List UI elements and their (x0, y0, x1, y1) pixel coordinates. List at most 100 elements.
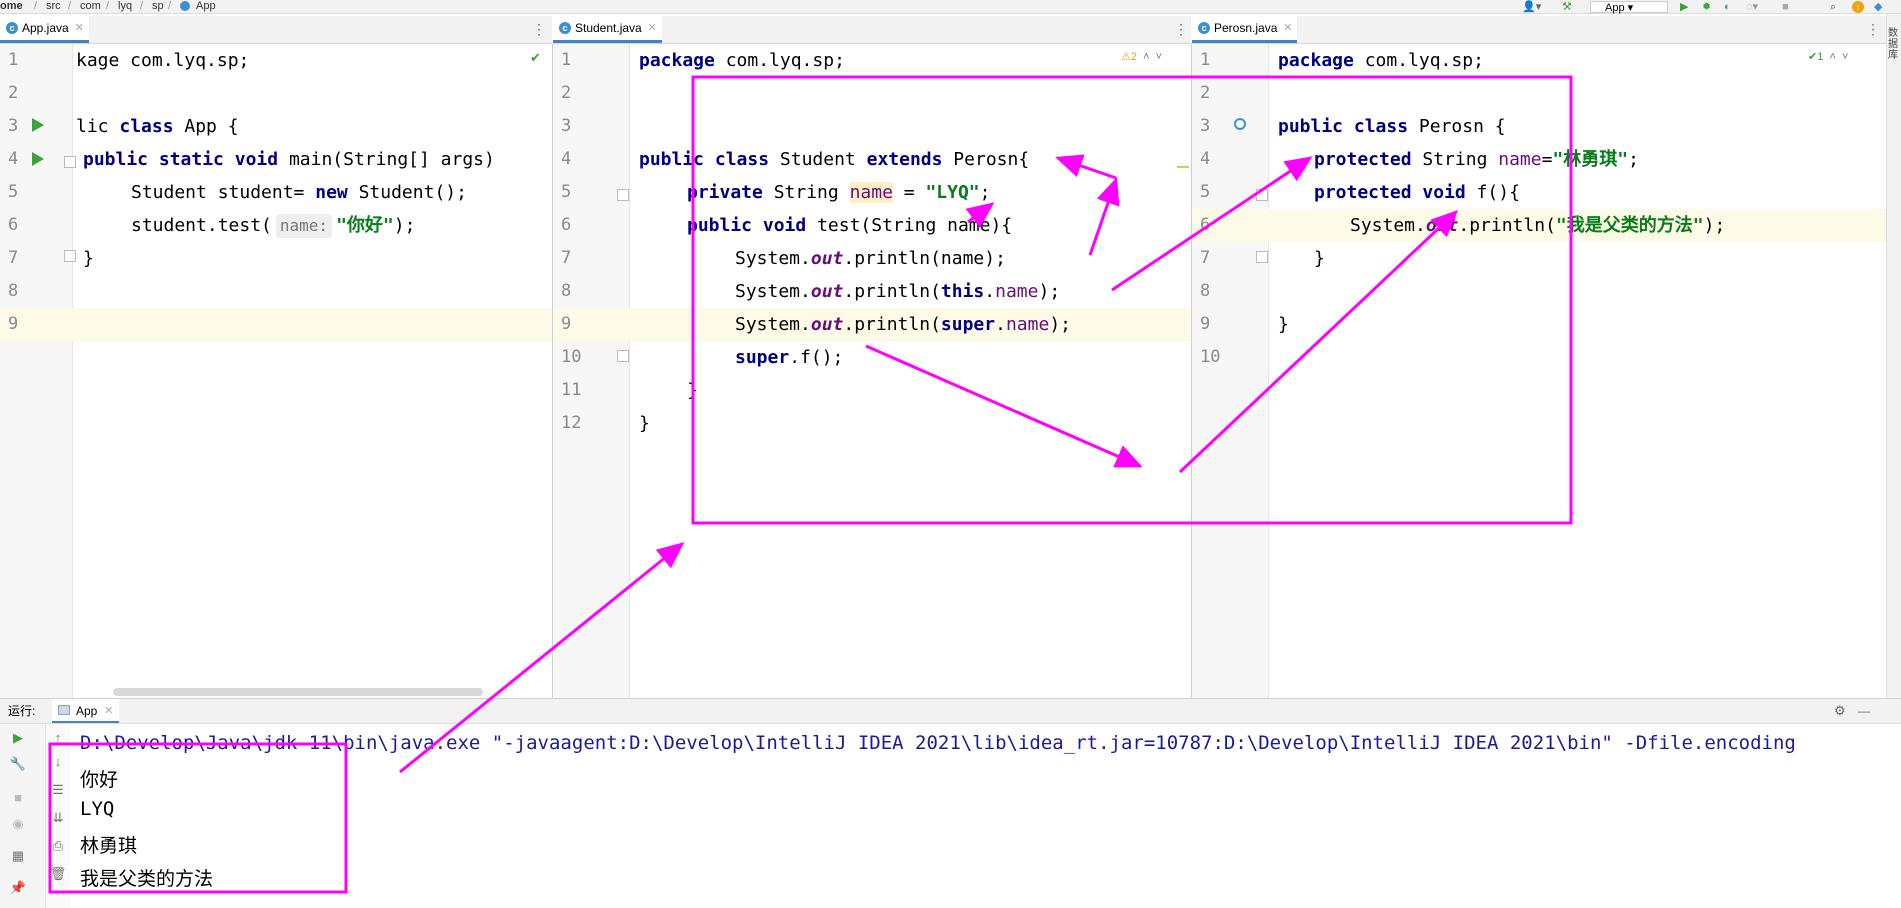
code-line[interactable]: private String name = "LYQ"; (687, 176, 990, 209)
more-icon[interactable]: ⋮ (532, 16, 546, 43)
run-config-select[interactable]: App ▾ (1590, 1, 1668, 14)
plugin-icon[interactable]: ◆ (1874, 1, 1882, 13)
console-output-line[interactable]: 林勇琪 (80, 831, 137, 858)
pin-icon[interactable]: 📌 (8, 880, 28, 896)
console-command-line[interactable]: D:\Develop\Java\jdk-11\bin\java.exe "-ja… (80, 732, 1796, 754)
line-number: 8 (561, 281, 572, 301)
camera-icon[interactable]: ◉ (8, 816, 28, 832)
more-icon[interactable]: ⋮ (1174, 16, 1188, 43)
stop-icon[interactable]: ■ (8, 790, 28, 805)
arrow-up-icon[interactable]: ↑ (48, 730, 68, 745)
run-gutter-icon[interactable] (32, 118, 44, 132)
line-number: 6 (1200, 215, 1211, 235)
search-icon[interactable]: ⌕ (1830, 1, 1836, 13)
code-line[interactable]: } (1278, 308, 1289, 341)
class-icon: c (6, 22, 18, 34)
stop-icon[interactable]: ■ (1782, 1, 1789, 13)
code-line[interactable]: package com.lyq.sp; (1278, 44, 1484, 77)
close-icon[interactable]: ✕ (1283, 16, 1292, 41)
code-line[interactable]: } (687, 374, 698, 407)
scroll-to-end-icon[interactable]: ⇊ (48, 810, 68, 826)
inspection-ok-icon[interactable]: ✔ (530, 50, 541, 66)
code-line[interactable]: System.out.println("我是父类的方法"); (1350, 209, 1725, 242)
code-line[interactable]: public static void main(String[] args) (83, 143, 495, 176)
breadcrumb-item[interactable]: ome (0, 0, 23, 12)
fold-icon[interactable] (1256, 189, 1268, 201)
close-icon[interactable]: ✕ (648, 16, 657, 41)
print-icon[interactable]: ⎙ (48, 838, 68, 854)
build-hammer-icon[interactable]: ⚒ (1562, 1, 1572, 13)
rerun-icon[interactable]: ▶ (8, 730, 28, 746)
code-line[interactable]: protected void f(){ (1314, 176, 1520, 209)
implemented-icon[interactable] (1234, 118, 1246, 130)
code-line[interactable]: kage com.lyq.sp; (76, 44, 249, 77)
user-icon[interactable]: 👤▾ (1522, 1, 1541, 13)
breadcrumb-bar: ome / src / com / lyq / sp / App 👤▾ ⚒ Ap… (0, 0, 1901, 14)
code-line[interactable]: } (1314, 242, 1325, 275)
warning-count[interactable]: ⚠2 ˄ ˅ (1121, 50, 1162, 63)
code-line[interactable]: package com.lyq.sp; (639, 44, 845, 77)
tab-app-java[interactable]: c App.java ✕ (0, 16, 89, 43)
tab-student-java[interactable]: c Student.java ✕ (553, 16, 662, 43)
minimize-icon[interactable]: — (1858, 699, 1870, 723)
line-number: 1 (8, 50, 19, 70)
code-line[interactable]: public void test(String name){ (687, 209, 1012, 242)
close-icon[interactable]: ✕ (104, 699, 113, 723)
coverage-icon[interactable]: ◐ (1724, 1, 1731, 13)
tab-perosn-java[interactable]: c Perosn.java ✕ (1192, 16, 1298, 43)
debug-icon[interactable]: ✹ (1702, 1, 1711, 13)
code-line[interactable]: super.f(); (735, 341, 843, 374)
database-tool-button[interactable]: 数据库 (1888, 28, 1900, 61)
tab-label: Student.java (575, 21, 642, 35)
layout-icon[interactable]: ▦ (8, 848, 28, 864)
fold-icon[interactable] (64, 156, 76, 168)
code-line[interactable]: } (83, 242, 94, 275)
code-line[interactable]: lic class App { (76, 110, 239, 143)
profile-icon[interactable]: ◌▾ (1746, 1, 1758, 13)
fold-icon[interactable] (1256, 251, 1268, 263)
code-line[interactable]: public class Perosn { (1278, 110, 1506, 143)
code-line[interactable]: System.out.println(super.name); (735, 308, 1071, 341)
editor-app-java[interactable]: ✔ 1 2 3 4 5 6 7 8 9 kage com.lyq.sp; lic… (0, 44, 553, 698)
breadcrumb-item[interactable]: com (80, 0, 101, 12)
editor-tabbar-app: c App.java ✕ (0, 16, 552, 44)
line-number: 5 (8, 182, 19, 202)
code-line[interactable]: student.test(name: "你好"); (131, 209, 415, 242)
console-output-line[interactable]: 你好 (80, 765, 118, 792)
fold-icon[interactable] (617, 350, 629, 362)
trash-icon[interactable]: 🗑 (48, 866, 68, 882)
horizontal-scrollbar[interactable] (113, 688, 483, 696)
close-icon[interactable]: ✕ (74, 16, 83, 41)
arrow-down-icon[interactable]: ↓ (48, 754, 68, 769)
line-number: 9 (1200, 314, 1211, 334)
code-line[interactable]: protected String name="林勇琪"; (1314, 143, 1639, 176)
run-icon[interactable]: ▶ (1680, 1, 1688, 13)
code-line[interactable]: System.out.println(this.name); (735, 275, 1060, 308)
breadcrumb-item[interactable]: lyq (118, 0, 132, 12)
editor-student-java[interactable]: ⚠2 ˄ ˅ 1 2 3 4 5 6 7 8 9 10 11 12 packag… (553, 44, 1192, 698)
line-number: 9 (8, 314, 19, 334)
console-output-line[interactable]: 我是父类的方法 (80, 864, 213, 891)
gear-icon[interactable]: ⚙ (1834, 699, 1846, 723)
fold-icon[interactable] (64, 250, 76, 262)
update-icon[interactable]: ↑ (1852, 1, 1864, 13)
code-line[interactable]: } (639, 407, 650, 440)
edit-config-icon[interactable]: 🔧 (8, 756, 28, 772)
console-output-line[interactable]: LYQ (80, 798, 114, 820)
code-line[interactable]: System.out.println(name); (735, 242, 1006, 275)
breadcrumb-item[interactable]: App (196, 0, 216, 12)
run-tab-app[interactable]: App ✕ (52, 699, 120, 723)
run-gutter-icon[interactable] (32, 152, 44, 166)
code-line[interactable]: public class Student extends Perosn{ (639, 143, 1029, 176)
code-line[interactable]: Student student= new Student(); (131, 176, 467, 209)
line-number: 3 (561, 116, 572, 136)
inspection-count[interactable]: ✔1 ˄ ˅ (1808, 50, 1848, 63)
line-number: 1 (1200, 50, 1211, 70)
editor-perosn-java[interactable]: ✔1 ˄ ˅ 1 2 3 4 5 6 7 8 9 10 package com.… (1192, 44, 1886, 698)
warning-stripe[interactable] (1177, 166, 1189, 168)
breadcrumb-item[interactable]: sp (152, 0, 164, 12)
more-icon[interactable]: ⋮ (1866, 16, 1880, 43)
breadcrumb-item[interactable]: src (46, 0, 61, 12)
soft-wrap-icon[interactable]: ☰ (48, 782, 68, 798)
fold-icon[interactable] (617, 189, 629, 201)
